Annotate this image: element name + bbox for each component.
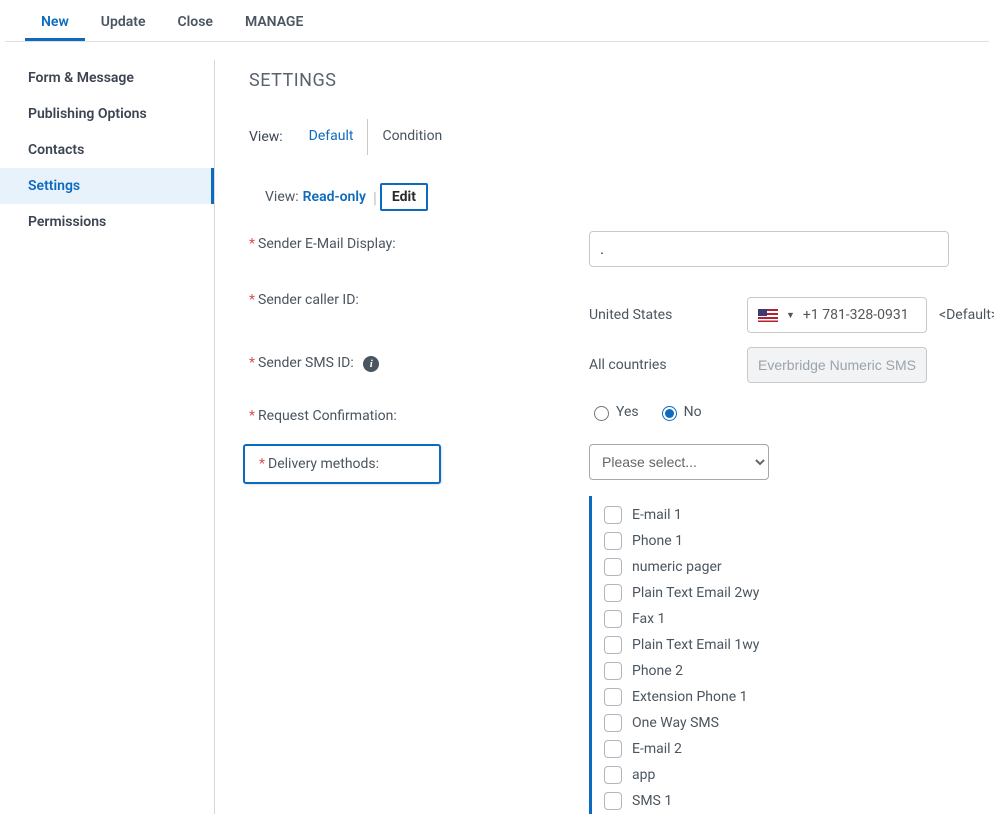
view-tabs-row: View: Default Condition xyxy=(249,119,994,155)
dm-item-label: E-mail 1 xyxy=(632,507,682,523)
sms-country-all: All countries xyxy=(589,357,735,373)
checkbox[interactable] xyxy=(604,740,622,758)
dm-item-one-way-sms[interactable]: One Way SMS xyxy=(604,710,994,736)
sidebar-item-contacts[interactable]: Contacts xyxy=(0,132,214,168)
radio-no[interactable]: No xyxy=(657,403,702,421)
top-tabs: New Update Close MANAGE xyxy=(5,4,989,42)
caller-phone-input[interactable]: ▼ +1 781-328-0931 xyxy=(747,297,927,333)
sender-sms-id-label: *Sender SMS ID: i xyxy=(249,347,589,372)
checkbox[interactable] xyxy=(604,714,622,732)
dm-item-label: One Way SMS xyxy=(632,715,719,731)
radio-yes[interactable]: Yes xyxy=(589,403,639,421)
sidebar-item-permissions[interactable]: Permissions xyxy=(0,204,214,240)
delivery-methods-select[interactable]: Please select... xyxy=(589,444,769,480)
sender-email-label: *Sender E-Mail Display: xyxy=(249,231,589,252)
view-mode-value: Read-only xyxy=(303,189,366,205)
sender-caller-id-label: *Sender caller ID: xyxy=(249,287,589,308)
dm-item-label: app xyxy=(632,767,655,783)
main-content: SETTINGS View: Default Condition View: R… xyxy=(215,60,994,814)
caller-default-tag: <Default> xyxy=(939,307,994,323)
dm-item-email-1[interactable]: E-mail 1 xyxy=(604,502,994,528)
dm-item-label: Plain Text Email 1wy xyxy=(632,637,759,653)
delivery-methods-list: E-mail 1 Phone 1 numeric pager Plain Tex… xyxy=(589,496,994,814)
sidebar-item-publishing-options[interactable]: Publishing Options xyxy=(0,96,214,132)
checkbox[interactable] xyxy=(604,792,622,810)
caller-country-us: United States xyxy=(589,307,735,323)
checkbox[interactable] xyxy=(604,636,622,654)
dm-item-plain-text-email-1wy[interactable]: Plain Text Email 1wy xyxy=(604,632,994,658)
checkbox[interactable] xyxy=(604,532,622,550)
sender-email-input[interactable] xyxy=(589,231,949,267)
dm-item-label: Fax 1 xyxy=(632,611,665,627)
dm-item-label: Extension Phone 1 xyxy=(632,689,747,705)
radio-yes-input[interactable] xyxy=(594,406,609,421)
info-icon[interactable]: i xyxy=(363,356,379,372)
checkbox[interactable] xyxy=(604,558,622,576)
dm-item-label: Plain Text Email 2wy xyxy=(632,585,759,601)
sidebar: Form & Message Publishing Options Contac… xyxy=(0,60,215,814)
request-confirmation-radios: Yes No xyxy=(589,403,994,421)
radio-no-label: No xyxy=(684,404,702,420)
sidebar-item-settings[interactable]: Settings xyxy=(0,168,214,204)
checkbox[interactable] xyxy=(604,662,622,680)
dm-item-plain-text-email-2wy[interactable]: Plain Text Email 2wy xyxy=(604,580,994,606)
top-tab-close[interactable]: Close xyxy=(162,4,229,41)
top-tab-update[interactable]: Update xyxy=(85,4,162,41)
caller-phone-value: +1 781-328-0931 xyxy=(803,307,909,323)
checkbox[interactable] xyxy=(604,610,622,628)
delivery-methods-list-container: E-mail 1 Phone 1 numeric pager Plain Tex… xyxy=(589,496,994,814)
dm-item-fax-1[interactable]: Fax 1 xyxy=(604,606,994,632)
sidebar-item-form-message[interactable]: Form & Message xyxy=(0,60,214,96)
checkbox[interactable] xyxy=(604,506,622,524)
checkbox[interactable] xyxy=(604,766,622,784)
dm-item-label: numeric pager xyxy=(632,559,722,575)
flag-us-icon xyxy=(758,309,778,322)
top-tab-new[interactable]: New xyxy=(25,4,85,41)
request-confirmation-label: *Request Confirmation: xyxy=(249,403,589,424)
delivery-methods-label: *Delivery methods: xyxy=(243,444,441,484)
dm-item-label: SMS 1 xyxy=(632,793,672,809)
sms-id-input xyxy=(747,347,927,383)
edit-button[interactable]: Edit xyxy=(380,183,428,211)
view-mode-row: View: Read-only | Edit xyxy=(265,183,994,211)
radio-yes-label: Yes xyxy=(616,404,639,420)
dm-item-sms-1[interactable]: SMS 1 xyxy=(604,788,994,814)
view-tab-default[interactable]: Default xyxy=(295,119,368,155)
radio-no-input[interactable] xyxy=(662,406,677,421)
dm-item-label: E-mail 2 xyxy=(632,741,682,757)
view-mode-label: View: xyxy=(265,189,299,205)
chevron-down-icon[interactable]: ▼ xyxy=(786,310,795,321)
dm-item-label: Phone 1 xyxy=(632,533,683,549)
dm-item-label: Phone 2 xyxy=(632,663,683,679)
dm-item-email-2[interactable]: E-mail 2 xyxy=(604,736,994,762)
top-tab-manage[interactable]: MANAGE xyxy=(229,4,319,41)
dm-item-extension-phone-1[interactable]: Extension Phone 1 xyxy=(604,684,994,710)
view-tab-condition[interactable]: Condition xyxy=(368,119,456,155)
dm-item-app[interactable]: app xyxy=(604,762,994,788)
dm-item-numeric-pager[interactable]: numeric pager xyxy=(604,554,994,580)
divider: | xyxy=(373,188,377,207)
page-title: SETTINGS xyxy=(249,70,994,91)
checkbox[interactable] xyxy=(604,688,622,706)
view-label: View: xyxy=(249,129,283,145)
checkbox[interactable] xyxy=(604,584,622,602)
dm-item-phone-1[interactable]: Phone 1 xyxy=(604,528,994,554)
dm-item-phone-2[interactable]: Phone 2 xyxy=(604,658,994,684)
